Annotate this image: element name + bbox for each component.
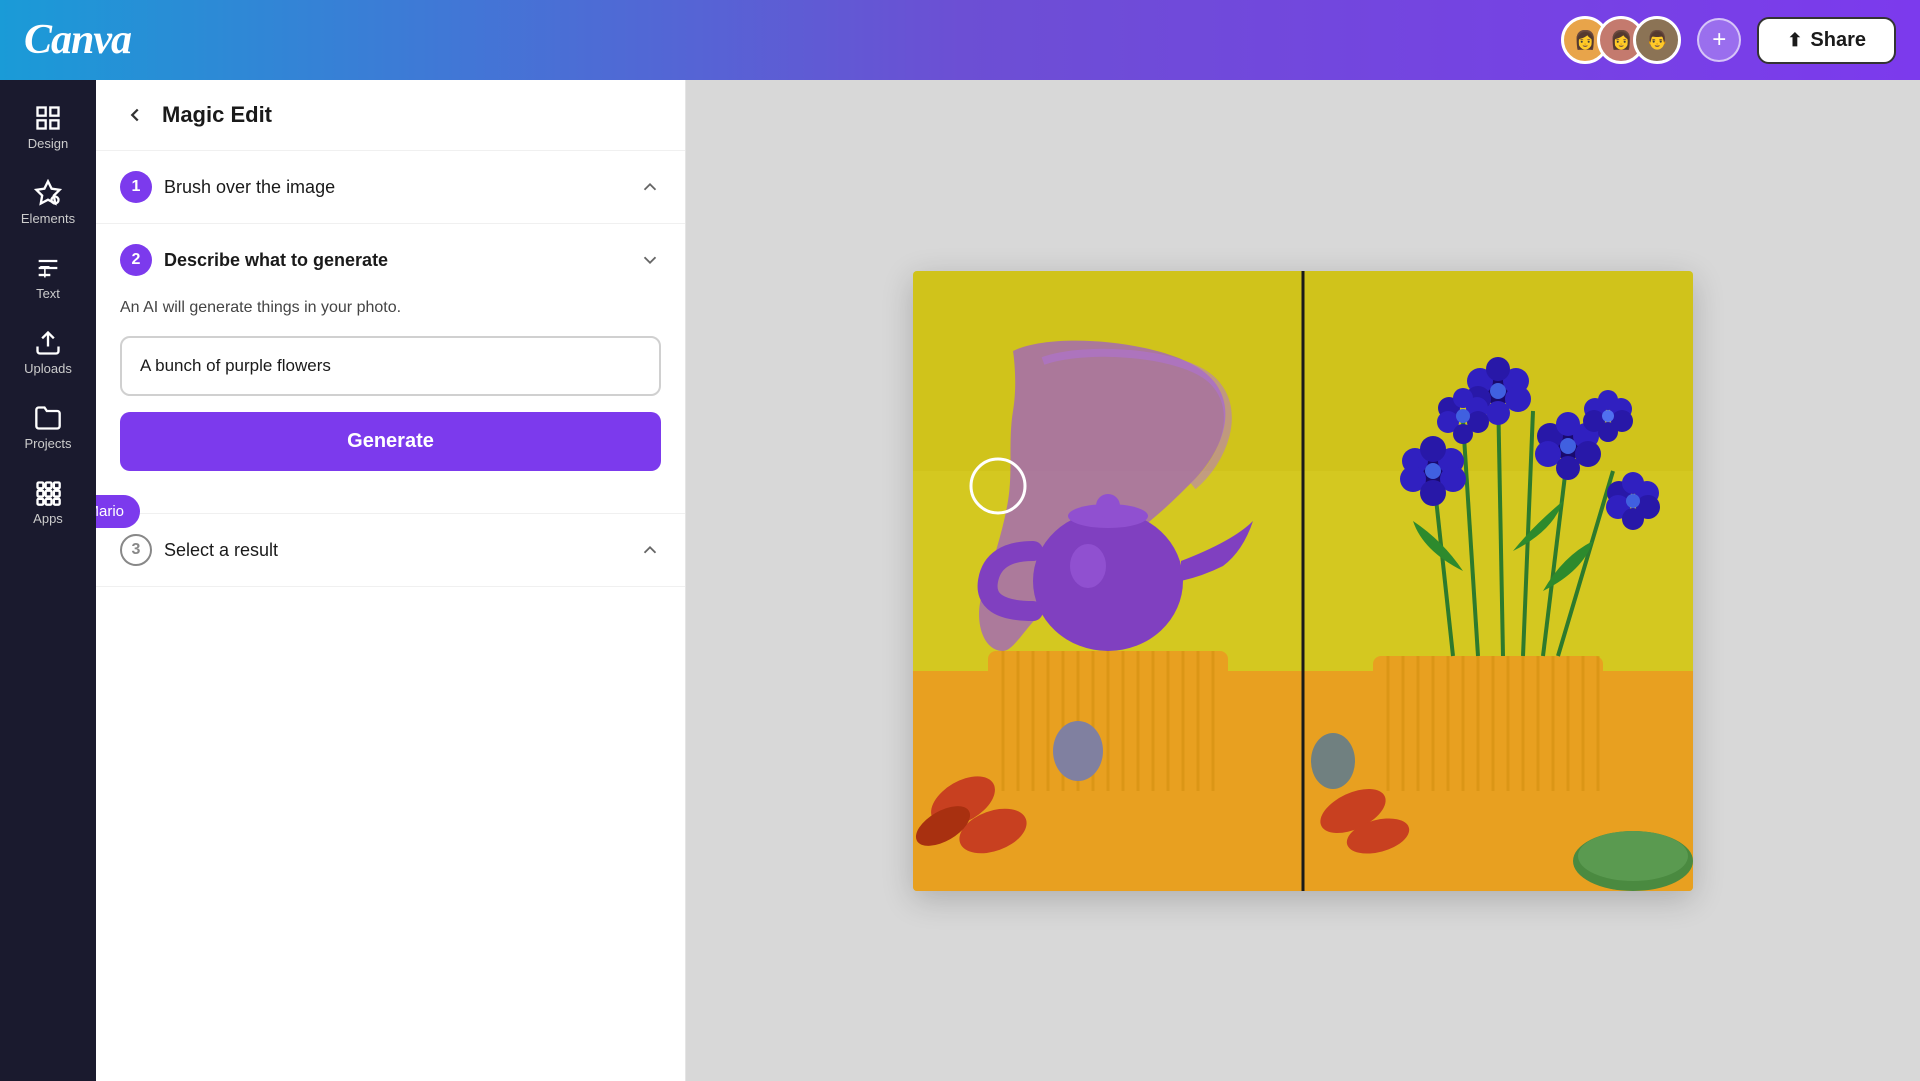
sidebar-item-elements[interactable]: Elements <box>6 167 90 238</box>
step2-header-left: 2 Describe what to generate <box>120 244 388 276</box>
sidebar-text-label: Text <box>36 286 60 301</box>
step2-header[interactable]: 2 Describe what to generate <box>96 224 685 296</box>
step3-header-left: 3 Select a result <box>120 534 278 566</box>
comparison-divider <box>1302 271 1305 891</box>
step1-section: 1 Brush over the image <box>96 151 685 224</box>
right-scene-svg <box>1303 271 1693 891</box>
back-button[interactable] <box>120 100 150 130</box>
header-right: 👩 👩 👨 + ⬆ Share <box>1561 16 1896 64</box>
step3-title: Select a result <box>164 540 278 561</box>
comparison-container <box>913 271 1693 891</box>
sidebar-item-design[interactable]: Design <box>6 92 90 163</box>
step1-number: 1 <box>120 171 152 203</box>
sidebar-item-text[interactable]: T Text <box>6 242 90 313</box>
collaborators-avatars: 👩 👩 👨 <box>1561 16 1681 64</box>
sidebar-item-uploads[interactable]: Uploads <box>6 317 90 388</box>
step1-header-left: 1 Brush over the image <box>120 171 335 203</box>
left-image <box>913 271 1303 891</box>
main-content: Design Elements T Text Uploads <box>0 80 1920 1081</box>
step3-header[interactable]: 3 Select a result <box>96 514 685 586</box>
share-icon: ⬆ <box>1787 30 1802 51</box>
sidebar-item-projects[interactable]: Projects <box>6 392 90 463</box>
step2-content: An AI will generate things in your photo… <box>96 296 685 513</box>
magic-edit-panel: Magic Edit 1 Brush over the image 2 Desc… <box>96 80 686 1081</box>
svg-text:T: T <box>40 263 50 281</box>
step2-chevron-icon <box>639 249 661 271</box>
sidebar-uploads-label: Uploads <box>24 361 72 376</box>
sidebar-nav: Design Elements T Text Uploads <box>0 80 96 1081</box>
panel-header: Magic Edit <box>96 80 685 151</box>
step1-chevron-icon <box>639 176 661 198</box>
step3-chevron-icon <box>639 539 661 561</box>
canvas-area[interactable] <box>686 80 1920 1081</box>
sidebar-apps-label: Apps <box>33 511 63 526</box>
sidebar-item-apps[interactable]: Apps <box>6 467 90 538</box>
right-image <box>1303 271 1693 891</box>
generate-button-container: Generate Mario <box>120 396 661 489</box>
step1-header[interactable]: 1 Brush over the image <box>96 151 685 223</box>
step2-number: 2 <box>120 244 152 276</box>
sidebar-design-label: Design <box>28 136 68 151</box>
canva-logo: Canva <box>24 16 131 64</box>
tooltip-label: Mario <box>96 495 140 528</box>
avatar-3[interactable]: 👨 <box>1633 16 1681 64</box>
share-label: Share <box>1810 29 1866 52</box>
step2-description: An AI will generate things in your photo… <box>120 296 661 320</box>
step1-title: Brush over the image <box>164 177 335 198</box>
step3-section: 3 Select a result <box>96 514 685 587</box>
share-button[interactable]: ⬆ Share <box>1757 17 1896 64</box>
prompt-input[interactable] <box>120 336 661 396</box>
generate-button[interactable]: Generate <box>120 412 661 471</box>
add-collaborator-button[interactable]: + <box>1697 18 1741 62</box>
step3-number: 3 <box>120 534 152 566</box>
app-header: Canva 👩 👩 👨 + ⬆ Share <box>0 0 1920 80</box>
sidebar-projects-label: Projects <box>25 436 72 451</box>
step2-section: 2 Describe what to generate An AI will g… <box>96 224 685 514</box>
panel-title: Magic Edit <box>162 102 272 128</box>
sidebar-elements-label: Elements <box>21 211 75 226</box>
left-scene-svg <box>913 271 1303 891</box>
step2-title: Describe what to generate <box>164 250 388 271</box>
